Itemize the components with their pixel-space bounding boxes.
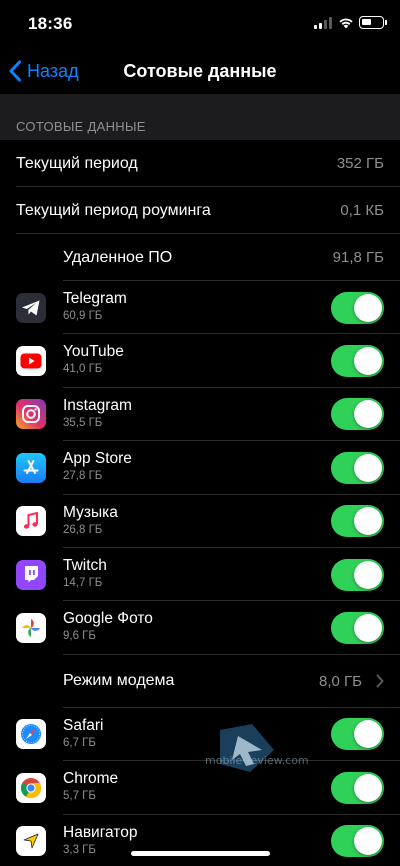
page-title: Сотовые данные — [123, 61, 277, 81]
safari-cellular-toggle[interactable] — [331, 718, 384, 751]
app-data-usage: 3,3 ГБ — [63, 843, 96, 856]
app-row-youtube: YouTube 41,0 ГБ — [0, 334, 400, 388]
status-time: 18:36 — [28, 14, 73, 33]
row-label: Удаленное ПО — [63, 248, 173, 266]
row-value: 0,1 КБ — [340, 202, 384, 219]
row-label: Режим модема — [63, 672, 175, 690]
app-row-google-photos: Google Фото 9,6 ГБ — [0, 601, 400, 655]
twitch-cellular-toggle[interactable] — [331, 558, 384, 591]
app-name: Twitch — [63, 556, 107, 574]
app-data-usage: 9,6 ГБ — [63, 630, 96, 643]
watermark-text: mobile-review.com — [205, 754, 309, 767]
row-value: 352 ГБ — [336, 155, 384, 172]
app-row-app-store: App Store 27,8 ГБ — [0, 441, 400, 495]
status-bar: 18:36 — [0, 0, 400, 48]
home-indicator[interactable] — [131, 851, 270, 856]
settings-list[interactable]: СОТОВЫЕ ДАННЫЕ Текущий период 352 ГБ Тек… — [0, 94, 400, 866]
youtube-cellular-toggle[interactable] — [331, 345, 384, 378]
app-row-navigator: Навигатор 3,3 ГБ — [0, 815, 400, 866]
app-data-usage: 60,9 ГБ — [63, 310, 103, 322]
section-header-area: СОТОВЫЕ ДАННЫЕ — [0, 94, 400, 140]
telegram-icon — [16, 292, 46, 323]
app-name: Instagram — [63, 396, 132, 414]
app-name: Safari — [63, 716, 104, 734]
navigation-bar: Назад Сотовые данные — [0, 48, 400, 94]
current-period-row: Текущий период 352 ГБ — [0, 140, 400, 187]
uninstalled-apps-row: Удаленное ПО 91,8 ГБ — [0, 234, 400, 281]
music-icon — [16, 506, 46, 537]
app-data-usage: 41,0 ГБ — [63, 363, 103, 376]
chevron-right-icon — [376, 674, 384, 688]
row-label: Текущий период — [16, 154, 138, 172]
app-name: Chrome — [63, 770, 119, 788]
chrome-cellular-toggle[interactable] — [331, 771, 384, 804]
app-row-twitch: Twitch 14,7 ГБ — [0, 548, 400, 602]
safari-icon — [16, 719, 46, 750]
app-data-usage: 14,7 ГБ — [63, 576, 103, 589]
app-name: Telegram — [63, 290, 127, 307]
twitch-icon — [16, 559, 46, 590]
row-value: 91,8 ГБ — [332, 249, 384, 266]
app-name: Google Фото — [63, 610, 153, 628]
personal-hotspot-row[interactable]: Режим модема 8,0 ГБ — [0, 655, 400, 708]
app-data-usage: 26,8 ГБ — [63, 523, 103, 536]
navigator-icon — [16, 826, 46, 857]
app-name: Музыка — [63, 503, 118, 521]
telegram-cellular-toggle[interactable] — [331, 291, 384, 324]
navigator-cellular-toggle[interactable] — [331, 825, 384, 858]
app-row-telegram: Telegram 60,9 ГБ — [0, 281, 400, 335]
app-data-usage: 35,5 ГБ — [63, 416, 103, 429]
section-header: СОТОВЫЕ ДАННЫЕ — [16, 119, 146, 134]
cellular-data-group: Текущий период 352 ГБ Текущий период роу… — [0, 140, 400, 866]
app-data-usage: 27,8 ГБ — [63, 470, 103, 483]
app-data-usage: 5,7 ГБ — [63, 790, 96, 803]
chrome-icon — [16, 772, 46, 803]
instagram-cellular-toggle[interactable] — [331, 398, 384, 431]
cellular-signal-icon — [314, 17, 332, 29]
wifi-icon — [339, 18, 353, 29]
music-cellular-toggle[interactable] — [331, 505, 384, 538]
app-name: Навигатор — [63, 823, 138, 841]
app-row-chrome: Chrome 5,7 ГБ — [0, 761, 400, 815]
app-row-safari: Safari 6,7 ГБ — [0, 708, 400, 762]
app-name: YouTube — [63, 343, 124, 361]
google-photos-cellular-toggle[interactable] — [331, 612, 384, 645]
app-row-music: Музыка 26,8 ГБ — [0, 495, 400, 548]
youtube-icon — [16, 346, 46, 377]
battery-icon — [359, 16, 387, 29]
app-row-instagram: Instagram 35,5 ГБ — [0, 388, 400, 442]
app-store-cellular-toggle[interactable] — [331, 451, 384, 484]
row-label: Текущий период роуминга — [16, 201, 211, 219]
google-photos-icon — [16, 613, 46, 644]
roaming-period-row: Текущий период роуминга 0,1 КБ — [0, 187, 400, 234]
app-data-usage: 6,7 ГБ — [63, 736, 96, 749]
app-name: App Store — [63, 450, 132, 468]
instagram-icon — [16, 399, 46, 430]
app-store-icon — [16, 452, 46, 483]
row-value: 8,0 ГБ — [319, 672, 362, 690]
